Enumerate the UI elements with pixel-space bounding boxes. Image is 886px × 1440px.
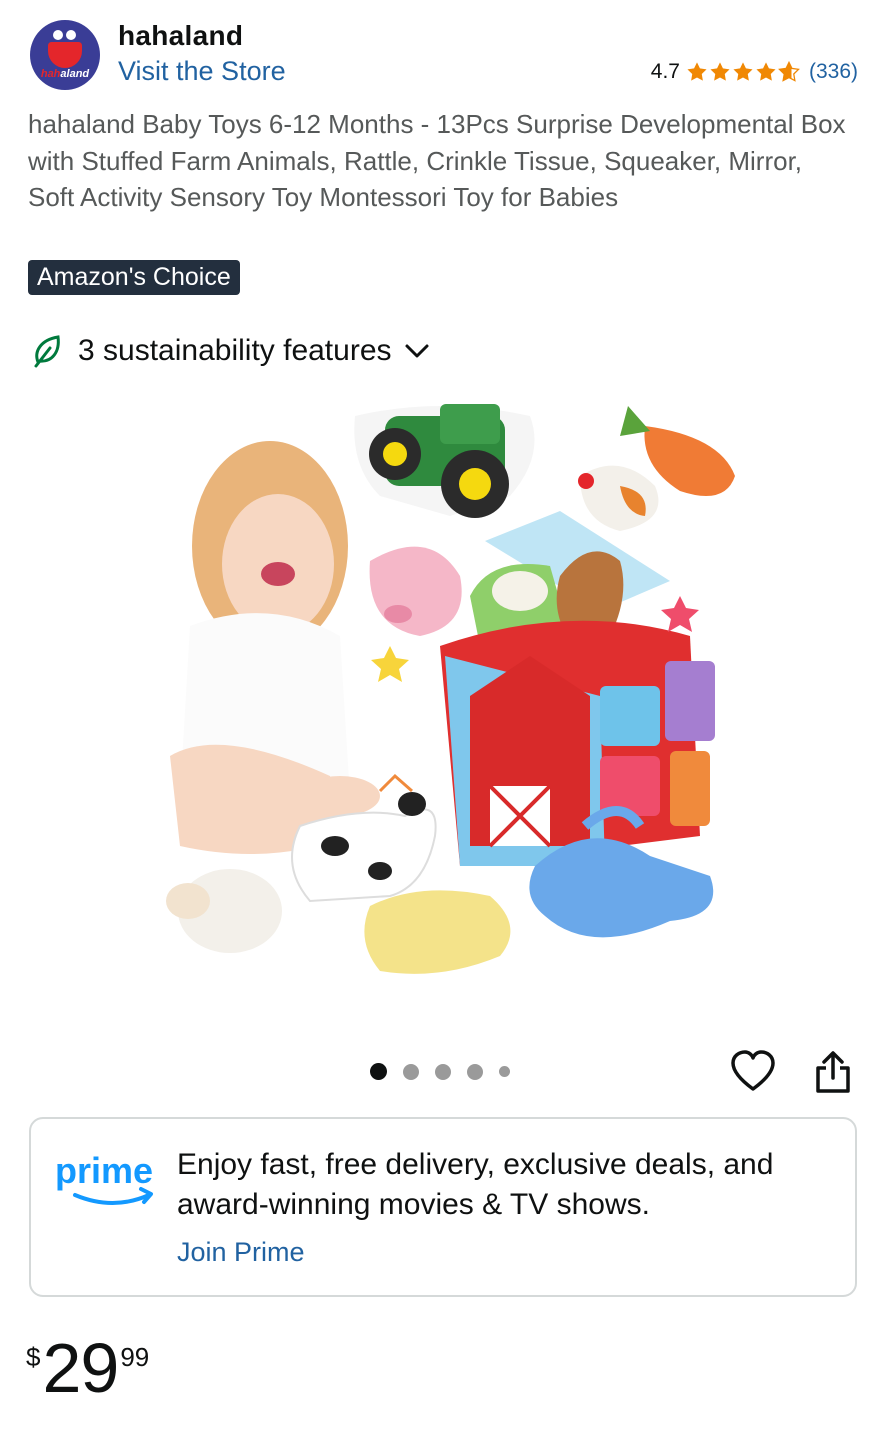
prime-logo-word: prime [55, 1150, 153, 1191]
price-currency: $ [26, 1342, 41, 1372]
carousel-dot[interactable] [467, 1063, 483, 1080]
star-decoration-icon [371, 646, 409, 682]
price-fraction: 99 [120, 1342, 150, 1372]
star-icon [710, 62, 730, 81]
tractor-toy-icon [354, 404, 535, 518]
baby-photo-icon [170, 441, 380, 854]
star-decoration-icon [661, 596, 699, 632]
price-whole: 29 [42, 1329, 119, 1407]
price: $ 29 99 [26, 1330, 149, 1406]
sustainability-label: 3 sustainability features [78, 334, 392, 367]
share-button[interactable] [812, 1050, 854, 1094]
rating-summary[interactable]: 4.7 (336) [651, 60, 858, 84]
chicken-toy-icon [578, 465, 659, 531]
star-rating [686, 61, 801, 83]
logo-wordmark: hahaland [40, 68, 90, 80]
barn-activity-box-icon [440, 620, 715, 866]
logo-eyes [53, 30, 77, 40]
prime-logo: prime [55, 1150, 153, 1205]
share-icon [816, 1051, 850, 1093]
visit-store-link[interactable]: Visit the Store [118, 56, 286, 87]
image-carousel-dots[interactable] [370, 1063, 526, 1080]
rating-count[interactable]: (336) [809, 60, 858, 84]
logo-mouth [48, 42, 82, 68]
pig-toy-icon [369, 546, 462, 636]
heart-icon [731, 1050, 775, 1091]
sheep-toy-icon [166, 869, 282, 953]
store-header: hahaland hahaland Visit the Store 4.7 (3… [28, 18, 858, 90]
rating-value: 4.7 [650, 60, 680, 83]
product-image[interactable] [150, 396, 740, 996]
carousel-dot[interactable] [370, 1063, 387, 1080]
leaf-icon [34, 335, 60, 368]
store-name[interactable]: hahaland [118, 20, 243, 52]
store-logo[interactable]: hahaland [30, 20, 100, 90]
star-icon [733, 62, 753, 81]
carousel-dot[interactable] [499, 1066, 510, 1077]
product-title: hahaland Baby Toys 6-12 Months - 13Pcs S… [28, 109, 846, 212]
prime-message: Enjoy fast, free delivery, exclusive dea… [177, 1148, 774, 1221]
half-star-icon [778, 61, 800, 82]
carousel-dot[interactable] [403, 1063, 419, 1080]
sparkle-icon [378, 773, 413, 793]
join-prime-link[interactable]: Join Prime [177, 1237, 305, 1268]
prime-promo-card[interactable]: prime Enjoy fast, free delivery, exclusi… [29, 1117, 857, 1297]
amazons-choice-badge[interactable]: Amazon's Choice [28, 260, 240, 295]
star-icon [687, 62, 707, 81]
carousel-dot[interactable] [435, 1063, 451, 1080]
sustainability-features[interactable]: 3 sustainability features [32, 334, 430, 368]
wishlist-button[interactable] [730, 1050, 776, 1094]
star-icon [756, 62, 776, 81]
hay-roll-toy-icon [364, 890, 511, 974]
chevron-down-icon [405, 344, 429, 358]
